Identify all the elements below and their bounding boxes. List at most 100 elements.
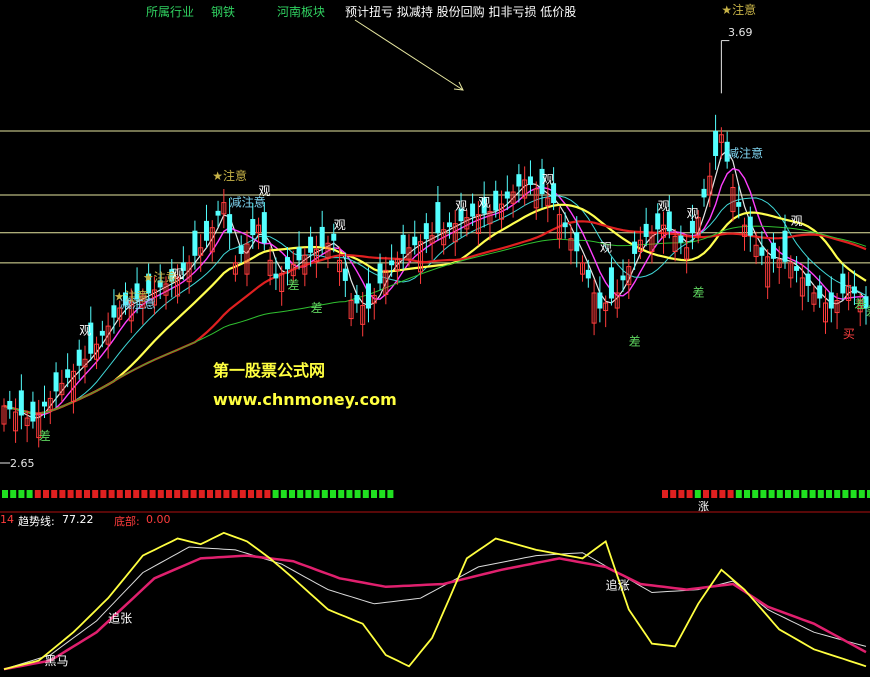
candle-body [342, 268, 348, 281]
signal-cell [686, 490, 693, 498]
signal-cell [801, 490, 808, 498]
price-annotation: ★注意 [212, 168, 247, 183]
candle-body [608, 267, 614, 299]
signal-cell [289, 490, 295, 498]
candle-body [389, 260, 395, 266]
signal-cell [330, 490, 336, 498]
rise-label: 涨 [698, 500, 709, 513]
candle-body [446, 222, 452, 228]
candle-body [261, 212, 267, 244]
price-annotation: 减注意 [120, 296, 156, 311]
signal-cell [785, 490, 791, 498]
candle-body [828, 292, 834, 309]
signal-cell [125, 490, 131, 498]
candle-body [7, 400, 13, 410]
signal-cell [51, 490, 58, 498]
price-annotation: 观 [172, 267, 184, 281]
price-annotation: 减注意 [727, 145, 763, 160]
candle-body [377, 263, 383, 284]
price-annotation: 差 [287, 278, 299, 292]
candle-body [805, 273, 811, 286]
signal-cell [338, 490, 345, 498]
candle-body [30, 401, 36, 422]
region-value[interactable]: 河南板块 [277, 3, 325, 20]
signal-bar [0, 490, 870, 513]
signal-cell [43, 490, 49, 498]
signal-cell [793, 490, 800, 498]
candle-body [851, 286, 857, 294]
bottom-value: 0.00 [146, 513, 171, 526]
indicator-yellow-line [3, 531, 867, 671]
candle-body [678, 235, 684, 243]
signal-cell [834, 490, 841, 498]
candle-body [527, 176, 533, 185]
candle-body [736, 202, 742, 207]
signal-cell [182, 490, 189, 498]
price-annotation: 观 [334, 218, 346, 232]
signal-cell [354, 490, 361, 498]
signal-cell [100, 490, 107, 498]
candle-body [666, 211, 672, 232]
candle-body [493, 190, 499, 211]
candle-body [76, 349, 82, 366]
candle-body [759, 247, 765, 256]
candlesticks [1, 114, 869, 448]
indicator-trend-line [3, 554, 867, 671]
signal-cell [26, 490, 33, 498]
candle-body [689, 220, 695, 234]
candle-body [273, 273, 279, 279]
industry-value[interactable]: 钢铁 [211, 3, 235, 20]
indicator-panel: 追张黑马 追涨 [3, 531, 867, 671]
candle-body [65, 369, 71, 378]
arrow-shaft [354, 19, 464, 91]
candle-body [470, 203, 476, 217]
signal-cell [826, 490, 832, 498]
signal-cell [215, 490, 222, 498]
candle-body [504, 191, 510, 199]
candle-body [701, 188, 707, 198]
industry-label[interactable]: 所属行业 [146, 3, 194, 20]
price-annotation: 观 [791, 214, 803, 228]
price-annotation: ★注意 [721, 2, 756, 17]
signal-cell [321, 490, 328, 498]
signal-cell [694, 490, 701, 498]
signal-cell [2, 490, 8, 498]
signal-cell [223, 490, 230, 498]
watermark-name: 第一股票公式网 [213, 361, 326, 380]
candle-body [620, 275, 626, 281]
signal-cell [297, 490, 304, 498]
signal-cell [387, 490, 394, 498]
price-annotation: 观 [542, 173, 554, 187]
candle-body [238, 245, 244, 254]
price-annotation: 观 [658, 199, 670, 213]
signal-cell [157, 490, 164, 498]
price-annotation: 观 [455, 199, 467, 213]
price-annotation: 观 [687, 207, 699, 221]
signal-cell [858, 490, 865, 498]
candle-body [435, 202, 441, 234]
signal-cell [149, 490, 156, 498]
signal-cell [760, 490, 767, 498]
signal-cell [362, 490, 369, 498]
signal-cell [133, 490, 140, 498]
candle-body [319, 226, 325, 247]
signal-cell [84, 490, 90, 498]
signal-cell [116, 490, 123, 498]
signal-cell [67, 490, 74, 498]
candle-body [574, 232, 580, 252]
signal-cell [141, 490, 148, 498]
candle-body [400, 234, 406, 254]
candle-body [308, 236, 314, 253]
trend-label: 趋势线: [18, 515, 55, 528]
price-annotation: 差 [866, 305, 870, 319]
candle-body [794, 266, 800, 271]
signal-cell [190, 490, 197, 498]
candle-body [365, 283, 371, 309]
signal-cell [34, 490, 41, 498]
candle-body [516, 174, 522, 187]
watermark-url: www.chnmoney.com [213, 390, 397, 409]
candle-body [331, 233, 337, 241]
signal-cell [280, 490, 287, 498]
candle-body [632, 241, 638, 254]
candle-body [99, 330, 105, 336]
